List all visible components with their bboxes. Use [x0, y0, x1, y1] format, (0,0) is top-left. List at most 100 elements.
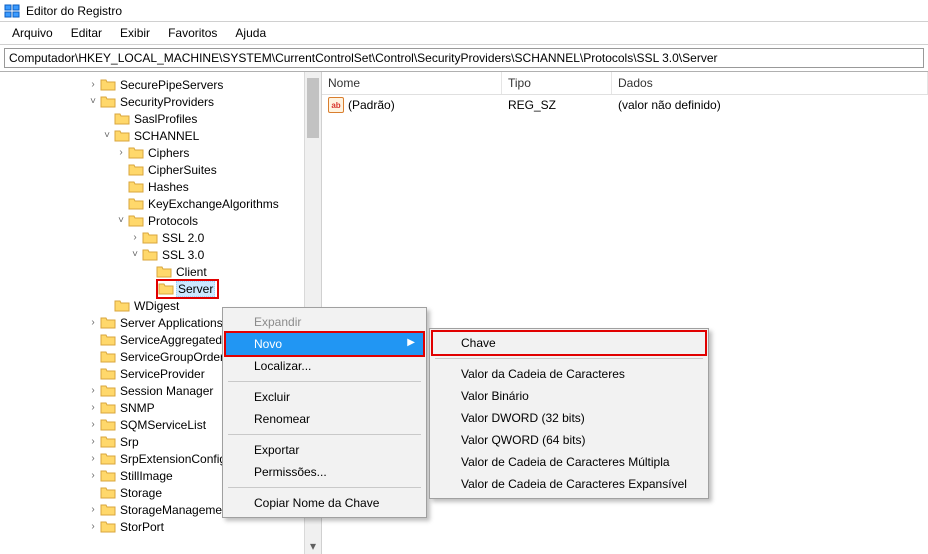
folder-icon [100, 94, 116, 110]
tree-item-label: ServiceGroupOrder [118, 350, 226, 364]
tree-item-ssl-3-0[interactable]: ˅ SSL 3.0 [0, 246, 321, 263]
folder-icon [128, 196, 144, 212]
tree-item-label: SaslProfiles [132, 112, 199, 126]
tree-item-label: WDigest [132, 299, 181, 313]
menu-item-valor-qword-64-bits-[interactable]: Valor QWORD (64 bits) [433, 429, 705, 451]
expand-toggle-icon[interactable]: › [86, 436, 100, 447]
folder-icon [114, 128, 130, 144]
folder-icon [100, 400, 116, 416]
folder-icon [100, 485, 116, 501]
folder-icon [128, 162, 144, 178]
col-header-data[interactable]: Dados [612, 72, 928, 94]
tree-item-hashes[interactable]: Hashes [0, 178, 321, 195]
tree-item-ciphers[interactable]: ›Ciphers [0, 144, 321, 161]
context-submenu-novo[interactable]: ChaveValor da Cadeia de CaracteresValor … [429, 328, 709, 499]
menu-item-label: Expandir [254, 315, 301, 329]
menu-divider [228, 434, 421, 435]
expand-toggle-icon[interactable]: ˅ [100, 130, 114, 141]
tree-item-schannel[interactable]: ˅ SCHANNEL [0, 127, 321, 144]
folder-icon [142, 230, 158, 246]
scroll-thumb[interactable] [307, 78, 319, 138]
menu-item-permiss-es-[interactable]: Permissões... [226, 461, 423, 483]
expand-toggle-icon[interactable]: › [86, 402, 100, 413]
tree-item-client[interactable]: Client [0, 263, 321, 280]
folder-icon [142, 247, 158, 263]
expand-toggle-icon[interactable]: › [86, 504, 100, 515]
tree-item-label: SrpExtensionConfig [118, 452, 228, 466]
col-header-name[interactable]: Nome [322, 72, 502, 94]
expand-toggle-icon[interactable]: ˅ [128, 249, 142, 260]
menu-item-chave[interactable]: Chave [433, 332, 705, 354]
value-data: (valor não definido) [618, 98, 922, 112]
tree-item-ssl-2-0[interactable]: › SSL 2.0 [0, 229, 321, 246]
submenu-arrow-icon: ▶ [407, 337, 415, 348]
expand-toggle-icon[interactable]: › [86, 470, 100, 481]
menu-item-localizar-[interactable]: Localizar... [226, 355, 423, 377]
value-name: (Padrão) [348, 98, 395, 112]
folder-icon [100, 366, 116, 382]
menu-item-valor-de-cadeia-de-caracteres-expans-vel[interactable]: Valor de Cadeia de Caracteres Expansível [433, 473, 705, 495]
context-menu[interactable]: Expandir Novo▶Localizar... Excluir Renomear… [222, 307, 427, 518]
folder-icon [156, 264, 172, 280]
tree-item-label: SecurityProviders [118, 95, 216, 109]
col-header-type[interactable]: Tipo [502, 72, 612, 94]
expand-toggle-icon[interactable]: › [86, 79, 100, 90]
menu-item-valor-dword-32-bits-[interactable]: Valor DWORD (32 bits) [433, 407, 705, 429]
tree-item-keyexchangealgorithms[interactable]: KeyExchangeAlgorithms [0, 195, 321, 212]
expand-toggle-icon[interactable]: › [86, 521, 100, 532]
titlebar: Editor do Registro [0, 0, 928, 22]
menu-item-valor-de-cadeia-de-caracteres-m-ltipla[interactable]: Valor de Cadeia de Caracteres Múltipla [433, 451, 705, 473]
expand-toggle-icon[interactable]: ˅ [86, 96, 100, 107]
value-type: REG_SZ [508, 98, 618, 112]
tree-item-securepipeservers[interactable]: ›SecurePipeServers [0, 76, 321, 93]
menu-item-valor-bin-rio[interactable]: Valor Binário [433, 385, 705, 407]
folder-icon [100, 417, 116, 433]
folder-icon [100, 77, 116, 93]
menu-favorites[interactable]: Favoritos [160, 24, 225, 42]
tree-item-label: SQMServiceList [118, 418, 208, 432]
menu-file[interactable]: Arquivo [4, 24, 61, 42]
regedit-icon [4, 3, 20, 19]
menu-edit[interactable]: Editar [63, 24, 110, 42]
menu-item-novo[interactable]: Novo▶ [226, 333, 423, 355]
addressbar [0, 45, 928, 72]
folder-icon [100, 315, 116, 331]
menu-divider [228, 381, 421, 382]
expand-toggle-icon[interactable]: › [86, 453, 100, 464]
expand-toggle-icon[interactable]: ˅ [114, 215, 128, 226]
tree-item-storport[interactable]: ›StorPort [0, 518, 321, 535]
tree-item-label: Server [176, 281, 215, 297]
menu-item-copiar-nome-da-chave[interactable]: Copiar Nome da Chave [226, 492, 423, 514]
menu-help[interactable]: Ajuda [227, 24, 274, 42]
menu-item-exportar[interactable]: Exportar [226, 439, 423, 461]
expand-toggle-icon[interactable]: › [86, 385, 100, 396]
menu-item-valor-da-cadeia-de-caracteres[interactable]: Valor da Cadeia de Caracteres [433, 363, 705, 385]
tree-item-saslprofiles[interactable]: SaslProfiles [0, 110, 321, 127]
folder-icon [100, 349, 116, 365]
menu-item-label: Renomear [254, 412, 310, 426]
address-input[interactable] [4, 48, 924, 68]
scroll-down-icon[interactable]: ▾ [305, 537, 321, 554]
tree-item-label: SSL 3.0 [160, 248, 206, 262]
tree-item-label: SSL 2.0 [160, 231, 206, 245]
expand-toggle-icon[interactable]: › [86, 317, 100, 328]
menu-view[interactable]: Exibir [112, 24, 158, 42]
tree-item-label: KeyExchangeAlgorithms [146, 197, 281, 211]
expand-toggle-icon[interactable]: › [86, 419, 100, 430]
menu-item-renomear[interactable]: Renomear [226, 408, 423, 430]
folder-icon [100, 383, 116, 399]
list-row[interactable]: ab(Padrão)REG_SZ(valor não definido) [322, 95, 928, 115]
tree-item-ciphersuites[interactable]: CipherSuites [0, 161, 321, 178]
tree-item-protocols[interactable]: ˅Protocols [0, 212, 321, 229]
tree-item-label: SCHANNEL [132, 129, 201, 143]
tree-item-server[interactable]: Server [0, 280, 321, 297]
expand-toggle-icon[interactable]: › [128, 232, 142, 243]
folder-icon [100, 451, 116, 467]
menu-item-label: Exportar [254, 443, 299, 457]
tree-item-securityproviders[interactable]: ˅ SecurityProviders [0, 93, 321, 110]
menu-item-expandir: Expandir [226, 311, 423, 333]
folder-icon [114, 111, 130, 127]
menu-item-excluir[interactable]: Excluir [226, 386, 423, 408]
expand-toggle-icon[interactable]: › [114, 147, 128, 158]
folder-icon [100, 502, 116, 518]
